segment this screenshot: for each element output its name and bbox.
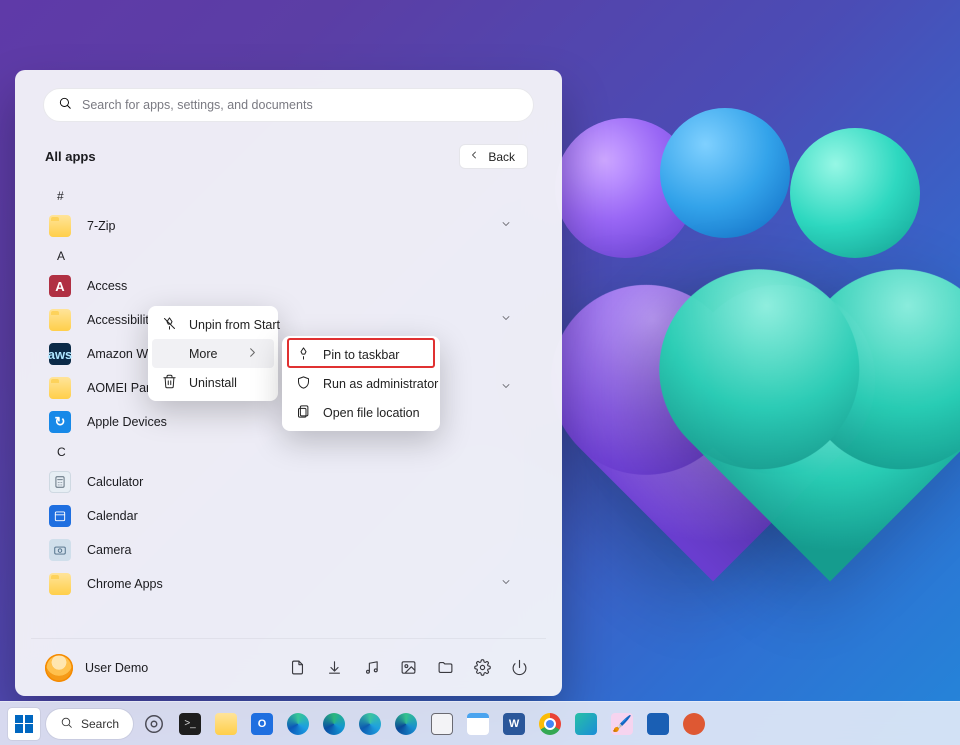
taskbar-search-label: Search: [81, 717, 119, 731]
search-icon: [58, 96, 72, 115]
tb-paint[interactable]: 🖌️: [607, 709, 637, 739]
ctx-open-file-location[interactable]: Open file location: [286, 398, 436, 427]
tb-edge-4[interactable]: [391, 709, 421, 739]
tb-notepad[interactable]: [463, 709, 493, 739]
letter-hash[interactable]: #: [43, 183, 534, 209]
chevron-down-icon: [500, 575, 512, 593]
folder-icon: [49, 309, 71, 331]
app-label: Calculator: [87, 475, 143, 489]
app-chrome-apps[interactable]: Chrome Apps: [43, 567, 534, 601]
app-label: Camera: [87, 543, 131, 557]
ctx-label: Unpin from Start: [189, 318, 280, 332]
ctx-pin-to-taskbar[interactable]: Pin to taskbar: [286, 340, 436, 369]
taskbar: Search >_ O W 🖌️: [0, 701, 960, 745]
ctx-label: More: [189, 347, 217, 361]
pictures-icon[interactable]: [400, 659, 417, 676]
start-search[interactable]: [43, 88, 534, 122]
start-button[interactable]: [8, 708, 40, 740]
tb-app-5[interactable]: [427, 709, 457, 739]
folder-icon: [49, 215, 71, 237]
user-button[interactable]: User Demo: [35, 648, 158, 688]
file-explorer-icon[interactable]: [437, 659, 454, 676]
ctx-label: Open file location: [323, 406, 420, 420]
chevron-down-icon: [500, 217, 512, 235]
ctx-label: Pin to taskbar: [323, 348, 399, 362]
app-access[interactable]: A Access: [43, 269, 534, 303]
file-location-icon: [296, 404, 311, 422]
tb-settings[interactable]: [139, 709, 169, 739]
tb-app-store[interactable]: [571, 709, 601, 739]
tb-chrome[interactable]: [535, 709, 565, 739]
ctx-run-as-admin[interactable]: Run as administrator: [286, 369, 436, 398]
user-name: User Demo: [85, 661, 148, 675]
calculator-icon: [49, 471, 71, 493]
app-label: 7-Zip: [87, 219, 115, 233]
tb-terminal[interactable]: >_: [175, 709, 205, 739]
trash-icon: [162, 374, 177, 392]
app-label: Accessibility: [87, 313, 155, 327]
chevron-right-icon: [245, 345, 260, 363]
app-camera[interactable]: Camera: [43, 533, 534, 567]
chevron-left-icon: [468, 149, 480, 164]
settings-icon[interactable]: [474, 659, 491, 676]
windows-logo-icon: [15, 715, 33, 733]
deco-sphere-teal: [790, 128, 920, 258]
deco-heart-purple: [579, 313, 848, 582]
access-icon: A: [49, 275, 71, 297]
ctx-uninstall[interactable]: Uninstall: [152, 368, 274, 397]
user-avatar-icon: [45, 654, 73, 682]
tb-word[interactable]: W: [499, 709, 529, 739]
calendar-icon: [49, 505, 71, 527]
app-7zip[interactable]: 7-Zip: [43, 209, 534, 243]
app-label: Apple Devices: [87, 415, 167, 429]
downloads-icon[interactable]: [326, 659, 343, 676]
tb-duckduckgo[interactable]: [679, 709, 709, 739]
shield-icon: [296, 375, 311, 393]
camera-icon: [49, 539, 71, 561]
app-label: Access: [87, 279, 127, 293]
apple-icon: ↻: [49, 411, 71, 433]
context-submenu-more: Pin to taskbar Run as administrator Open…: [282, 336, 440, 431]
app-calendar[interactable]: Calendar: [43, 499, 534, 533]
start-search-input[interactable]: [82, 98, 519, 112]
app-label: Chrome Apps: [87, 577, 163, 591]
deco-heart-teal: [689, 299, 960, 582]
ctx-unpin-from-start[interactable]: Unpin from Start: [152, 310, 274, 339]
folder-icon: [49, 573, 71, 595]
ctx-more[interactable]: More: [152, 339, 274, 368]
tb-outlook[interactable]: O: [247, 709, 277, 739]
documents-icon[interactable]: [289, 659, 306, 676]
search-icon: [60, 716, 73, 732]
unpin-icon: [162, 316, 177, 334]
app-accessibility[interactable]: Accessibility: [43, 303, 534, 337]
back-button-label: Back: [488, 150, 515, 164]
folder-icon: [49, 377, 71, 399]
music-icon[interactable]: [363, 659, 380, 676]
pin-icon: [296, 346, 311, 364]
letter-a[interactable]: A: [43, 243, 534, 269]
tb-edge-3[interactable]: [355, 709, 385, 739]
tb-app-blue[interactable]: [643, 709, 673, 739]
tb-edge-1[interactable]: [283, 709, 313, 739]
tb-explorer[interactable]: [211, 709, 241, 739]
context-menu: Unpin from Start More Uninstall: [148, 306, 278, 401]
taskbar-search[interactable]: Search: [46, 709, 133, 739]
chevron-down-icon: [500, 379, 512, 397]
chevron-down-icon: [500, 311, 512, 329]
deco-sphere-blue: [660, 108, 790, 238]
ctx-label: Uninstall: [189, 376, 237, 390]
amazon-icon: aws: [49, 343, 71, 365]
ctx-label: Run as administrator: [323, 377, 438, 391]
tb-edge-2[interactable]: [319, 709, 349, 739]
start-footer: User Demo: [31, 638, 546, 696]
deco-sphere-purple: [555, 118, 695, 258]
power-icon[interactable]: [511, 659, 528, 676]
back-button[interactable]: Back: [459, 144, 528, 169]
app-label: Calendar: [87, 509, 138, 523]
app-calculator[interactable]: Calculator: [43, 465, 534, 499]
letter-c[interactable]: C: [43, 439, 534, 465]
all-apps-title: All apps: [45, 149, 96, 164]
